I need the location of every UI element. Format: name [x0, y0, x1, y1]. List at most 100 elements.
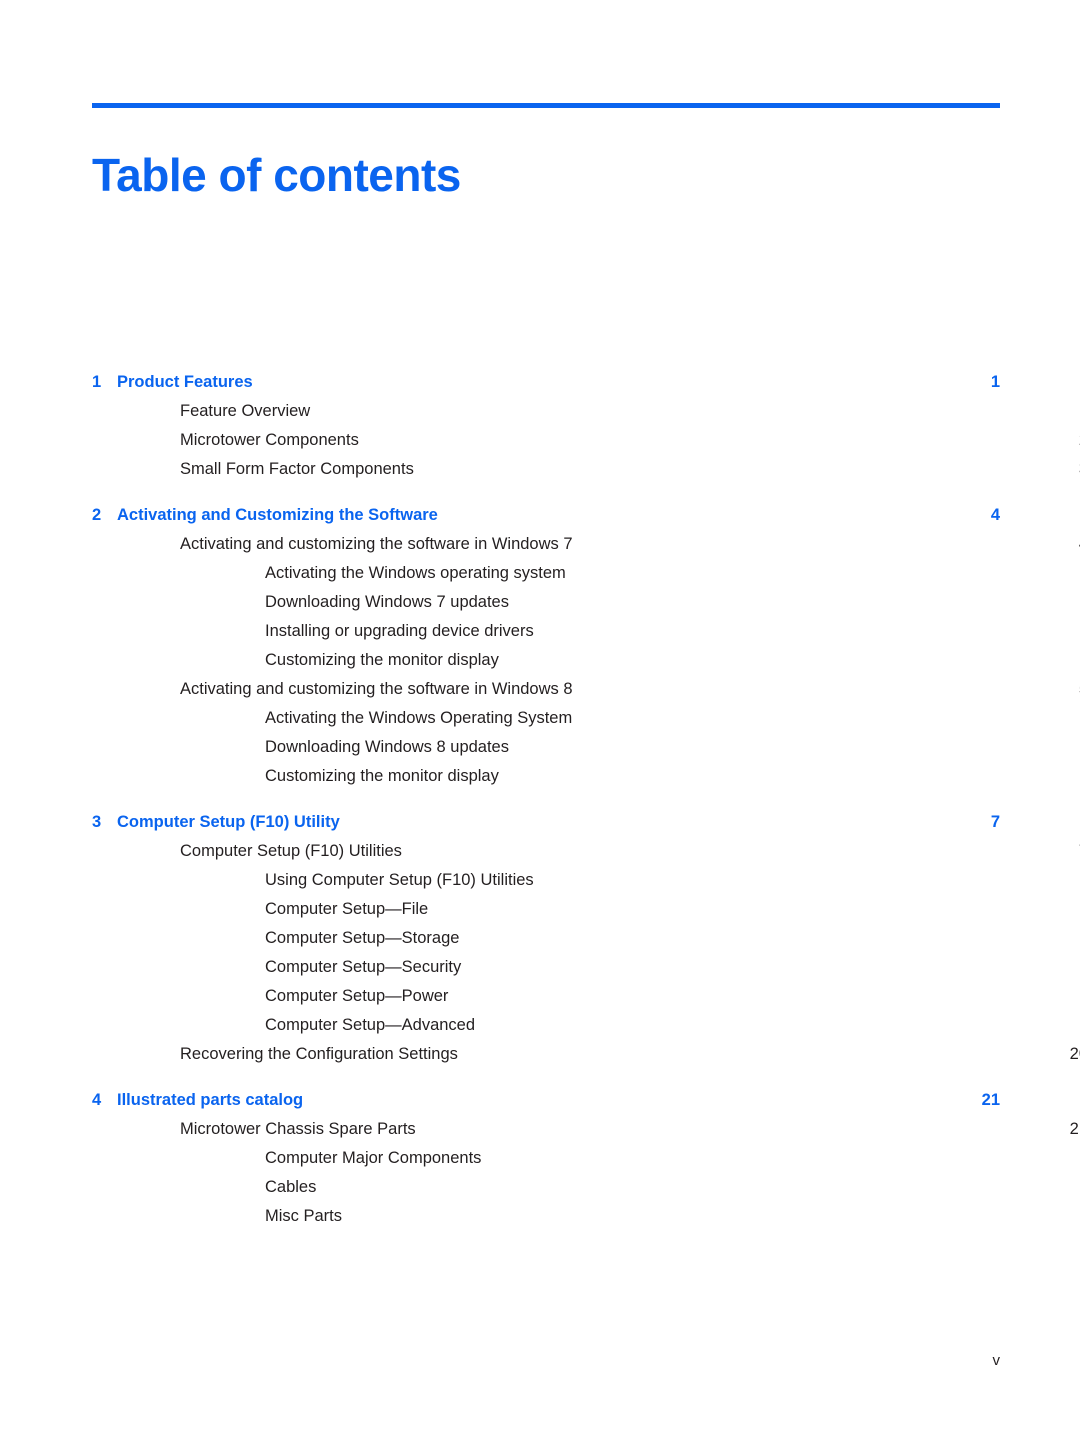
toc-entry-label: Computer Setup—Power: [265, 987, 449, 1005]
document-page: Table of contents 1 Product Features 1 Feat…: [0, 0, 1080, 1437]
dot-leader: [572, 562, 1080, 578]
toc-page-number: 20: [1069, 1045, 1080, 1063]
toc-page-number: 4: [1062, 530, 1080, 559]
dot-leader: [505, 765, 1080, 781]
toc-entry-label: Customizing the monitor display: [265, 651, 499, 669]
dot-leader: [579, 533, 1057, 549]
toc-chapter-title: Product Features: [117, 373, 253, 391]
toc-chapter-title: Computer Setup (F10) Utility: [117, 813, 340, 831]
toc-entry-label: Computer Setup (F10) Utilities: [180, 842, 402, 860]
toc-entry[interactable]: Cables25: [92, 1173, 1080, 1202]
dot-leader: [515, 591, 1080, 607]
toc-chapter-number: 4: [92, 1091, 102, 1109]
dot-leader: [434, 898, 1080, 914]
dot-leader: [540, 620, 1080, 636]
dot-leader: [487, 1147, 1080, 1163]
toc-entry[interactable]: Small Form Factor Components 3: [92, 455, 1080, 484]
toc-entry[interactable]: Computer Setup—Advanced18: [92, 1011, 1080, 1040]
toc-entry[interactable]: Using Computer Setup (F10) Utilities8: [92, 866, 1080, 895]
toc-entry-label: Small Form Factor Components: [180, 460, 414, 478]
toc-chapter-group: 4Illustrated parts catalog21Microtower C…: [92, 1086, 1080, 1231]
dot-leader: [316, 400, 1057, 416]
toc-entry-label: Customizing the monitor display: [265, 767, 499, 785]
toc-entry-label: Activating the Windows Operating System: [265, 709, 573, 727]
toc-entry-label: Installing or upgrading device drivers: [265, 622, 534, 640]
dot-leader: [579, 678, 1057, 694]
dot-leader: [505, 649, 1080, 665]
footer-page-number: v: [992, 1352, 1001, 1369]
dot-leader: [515, 736, 1080, 752]
dot-leader: [259, 371, 969, 387]
dot-leader: [346, 811, 969, 827]
toc-entry[interactable]: Microtower Components 2: [92, 426, 1080, 455]
toc-entry[interactable]: Activating the Windows operating system4: [92, 559, 1080, 588]
dot-leader: [348, 1205, 1080, 1221]
toc-page-number: 1: [990, 373, 1000, 391]
toc-entry-label: Feature Overview: [180, 402, 311, 420]
toc-entry-label: Downloading Windows 7 updates: [265, 593, 509, 611]
dot-leader: [422, 1118, 1057, 1134]
dot-leader: [420, 458, 1057, 474]
dot-leader: [309, 1089, 969, 1105]
toc-entry-label: Computer Setup—Advanced: [265, 1016, 476, 1034]
toc-entry-label: Computer Setup—Security: [265, 958, 462, 976]
toc-entry[interactable]: Computer Setup (F10) Utilities 7: [92, 837, 1080, 866]
toc-entry[interactable]: Computer Setup—Power17: [92, 982, 1080, 1011]
toc-entry[interactable]: Computer Setup—Security13: [92, 953, 1080, 982]
toc-page-number: 7: [990, 813, 1000, 831]
toc-entry-label: Microtower Components: [180, 431, 359, 449]
toc-chapter-entry[interactable]: 1 Product Features 1: [92, 368, 1000, 397]
toc-entry[interactable]: Misc Parts26: [92, 1202, 1080, 1231]
toc-entry-label: Computer Setup—File: [265, 900, 429, 918]
toc-chapter-entry[interactable]: 3 Computer Setup (F10) Utility 7: [92, 808, 1000, 837]
toc-entry[interactable]: Downloading Windows 7 updates5: [92, 588, 1080, 617]
toc-entry[interactable]: Downloading Windows 8 updates6: [92, 733, 1080, 762]
toc-entry[interactable]: Computer Setup—File9: [92, 895, 1080, 924]
toc-entry-label: Cables: [265, 1178, 317, 1196]
toc-chapter-group: 1Product Features1Feature Overview1Micro…: [92, 368, 1080, 484]
toc-entry-label: Using Computer Setup (F10) Utilities: [265, 871, 534, 889]
toc-chapter-group: 2 Activating and Customizing the Software…: [92, 501, 1080, 791]
toc-entry[interactable]: Customizing the monitor display5: [92, 646, 1080, 675]
page-title: Table of contents: [92, 148, 461, 201]
toc-chapter-entry[interactable]: 2 Activating and Customizing the Software…: [92, 501, 1000, 530]
toc-entry-label: Activating and customizing the software …: [180, 535, 573, 553]
dot-leader: [322, 1176, 1080, 1192]
toc-entry-label: Recovering the Configuration Settings: [180, 1045, 458, 1063]
toc-entry[interactable]: Microtower Chassis Spare Parts 21: [92, 1115, 1080, 1144]
toc-entry-label: Activating and customizing the software …: [180, 680, 573, 698]
toc-entry[interactable]: Computer Setup—Storage10: [92, 924, 1080, 953]
toc-entry-label: Misc Parts: [265, 1207, 343, 1225]
toc-chapter-number: 2: [92, 506, 102, 524]
toc-entry[interactable]: Activating and customizing the software …: [92, 530, 1080, 559]
dot-leader: [540, 869, 1080, 885]
dot-leader: [467, 956, 1080, 972]
toc-entry-label: Activating the Windows operating system: [265, 564, 566, 582]
toc-entry-label: Computer Setup—Storage: [265, 929, 460, 947]
toc-entry[interactable]: Feature Overview 1: [92, 397, 1080, 426]
dot-leader: [481, 1014, 1080, 1030]
dot-leader: [408, 840, 1057, 856]
toc-entry[interactable]: Recovering the Configuration Settings 20: [92, 1040, 1080, 1069]
toc-page-number: 21: [981, 1091, 1000, 1109]
toc-entry[interactable]: Activating and customizing the software …: [92, 675, 1080, 704]
toc-entry-label: Computer Major Components: [265, 1149, 482, 1167]
toc-chapter-number: 1: [92, 373, 102, 391]
dot-leader: [465, 927, 1080, 943]
toc-entry[interactable]: Installing or upgrading device drivers5: [92, 617, 1080, 646]
toc-page-number: 5: [1062, 675, 1080, 704]
toc-page-number: 3: [1062, 455, 1080, 484]
toc-entry[interactable]: Computer Major Components21: [92, 1144, 1080, 1173]
toc-entry[interactable]: Activating the Windows Operating System5: [92, 704, 1080, 733]
toc-chapter-group: 3Computer Setup (F10) Utility7Computer S…: [92, 808, 1080, 1069]
toc-page-number: 21: [1069, 1120, 1080, 1138]
toc-entry-label: Microtower Chassis Spare Parts: [180, 1120, 416, 1138]
toc-page-number: 4: [990, 506, 1000, 524]
toc-chapter-title: Activating and Customizing the Software: [117, 506, 438, 524]
toc-entry[interactable]: Customizing the monitor display6: [92, 762, 1080, 791]
toc-chapter-entry[interactable]: 4 Illustrated parts catalog 21: [92, 1086, 1000, 1115]
dot-leader: [365, 429, 1057, 445]
dot-leader: [454, 985, 1080, 1001]
dot-leader: [464, 1043, 1057, 1059]
toc-chapter-title: Illustrated parts catalog: [117, 1091, 304, 1109]
